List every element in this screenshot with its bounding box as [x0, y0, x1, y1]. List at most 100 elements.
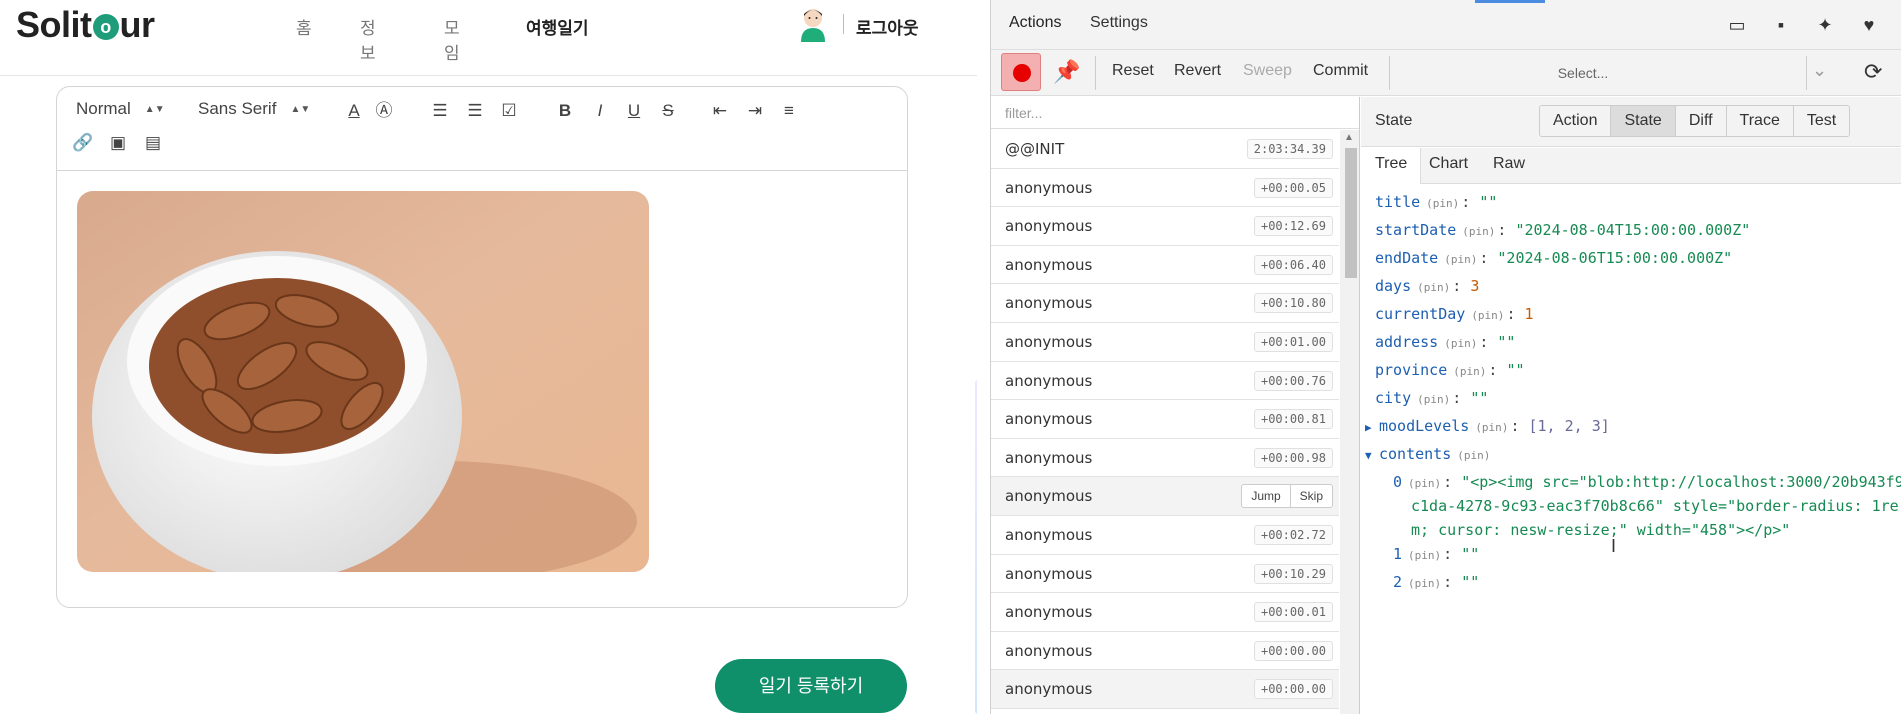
jump-button[interactable]: Jump — [1242, 485, 1289, 507]
nav-meetup[interactable]: 모임 — [444, 14, 460, 64]
devtools-tabbar: Actions Settings ▭ ▪ ✦ ♥ — [991, 0, 1901, 50]
tree-row-contents-1[interactable]: 1 (pin): "" — [1393, 545, 1479, 569]
tree-row-contents-0[interactable]: 0 (pin): "<p><img src="blob:http://localh… — [1393, 473, 1901, 497]
bullet-list-icon[interactable]: ☰ — [464, 100, 486, 122]
nav-travel-diary[interactable]: 여행일기 — [526, 14, 589, 39]
underline-icon[interactable]: U — [623, 100, 645, 122]
nav-divider — [843, 14, 844, 34]
tab-raw[interactable]: Raw — [1493, 155, 1525, 173]
format-select[interactable]: Normal ▲▼ — [76, 99, 165, 119]
commit-button[interactable]: Commit — [1313, 62, 1368, 80]
tree-row-contents[interactable]: ▼ contents (pin) — [1365, 445, 1492, 469]
action-row[interactable]: anonymous +00:10.29 — [991, 555, 1339, 594]
sync-icon[interactable]: ⟳ — [1864, 59, 1882, 85]
tree-row-currentday[interactable]: currentDay (pin): 1 — [1375, 305, 1534, 329]
tab-chart[interactable]: Chart — [1429, 155, 1468, 173]
text-color-icon[interactable]: A — [343, 100, 365, 122]
action-row[interactable]: anonymous +00:02.72 — [991, 516, 1339, 555]
ordered-list-icon[interactable]: ☰ — [429, 100, 451, 122]
background-color-icon[interactable]: Ⓐ — [373, 100, 395, 122]
record-icon — [1013, 64, 1031, 82]
sweep-button[interactable]: Sweep — [1243, 62, 1292, 80]
pin-icon[interactable]: 📌 — [1047, 53, 1087, 91]
outdent-icon[interactable]: ⇤ — [709, 100, 731, 122]
tree-row-city[interactable]: city (pin): "" — [1375, 389, 1488, 413]
tree-row-enddate[interactable]: endDate (pin): "2024-08-06T15:00:00.000Z" — [1375, 249, 1732, 273]
action-row[interactable]: anonymous +00:01.00 — [991, 323, 1339, 362]
action-row-hovered[interactable]: anonymous Jump Skip — [991, 477, 1339, 516]
action-row[interactable]: anonymous +00:06.40 — [991, 246, 1339, 285]
filter-input[interactable]: filter... — [991, 97, 1359, 129]
action-row[interactable]: anonymous +00:00.81 — [991, 400, 1339, 439]
action-row[interactable]: anonymous +00:00.76 — [991, 362, 1339, 401]
check-list-icon[interactable]: ☑ — [498, 100, 520, 122]
bold-icon[interactable]: B — [554, 100, 576, 122]
tab-tree[interactable]: Tree — [1375, 155, 1407, 173]
tree-row-contents-2[interactable]: 2 (pin): "" — [1393, 573, 1479, 597]
scroll-up-icon[interactable]: ▲ — [1344, 132, 1354, 143]
action-row[interactable]: anonymous +00:00.01 — [991, 593, 1339, 632]
tab-action[interactable]: Action — [1540, 106, 1612, 136]
book-icon[interactable]: ▭ — [1726, 14, 1748, 36]
jump-skip-group: Jump Skip — [1241, 484, 1333, 509]
actions-scrollbar[interactable]: ▲ — [1340, 130, 1359, 714]
twitter-icon[interactable]: ✦ — [1814, 14, 1836, 36]
action-row-selected[interactable]: anonymous +00:00.00 — [991, 670, 1339, 709]
image-icon[interactable]: ▣ — [107, 132, 129, 154]
nav-home[interactable]: 홈 — [296, 14, 312, 39]
tree-row-moodlevels[interactable]: ▶ moodLevels (pin): [1, 2, 3] — [1365, 417, 1610, 441]
contents-0-line-3: m; cursor: nesw-resize;" width="458"></p… — [1411, 521, 1791, 539]
editor-toolbar: Normal ▲▼ Sans Serif ▲▼ A Ⓐ ☰ ☰ ☑ B I U S … — [57, 87, 907, 171]
submit-diary-button[interactable]: 일기 등록하기 — [715, 659, 907, 713]
font-select[interactable]: Sans Serif ▲▼ — [198, 99, 310, 119]
action-row[interactable]: anonymous +00:12.69 — [991, 207, 1339, 246]
italic-icon[interactable]: I — [589, 100, 611, 122]
tab-diff[interactable]: Diff — [1675, 106, 1727, 136]
rich-text-editor: Normal ▲▼ Sans Serif ▲▼ A Ⓐ ☰ ☰ ☑ B I U S … — [56, 86, 908, 608]
logout-link[interactable]: 로그아웃 — [856, 14, 919, 39]
revert-button[interactable]: Revert — [1174, 62, 1221, 80]
tree-row-title[interactable]: title (pin): "" — [1375, 193, 1497, 217]
travel-diary-app: Solit o ur 홈 정보 모임 여행일기 로그아웃 Normal ▲▼ Sans — [0, 0, 977, 714]
collapse-arrow-icon[interactable]: ▼ — [1365, 449, 1379, 462]
inspector-mode-tabs: Action State Diff Trace Test — [1539, 105, 1851, 137]
side-accent — [975, 380, 977, 714]
action-row[interactable]: anonymous +00:10.80 — [991, 284, 1339, 323]
tab-trace[interactable]: Trace — [1726, 106, 1794, 136]
skip-button[interactable]: Skip — [1289, 485, 1332, 508]
devtools-controls: 📌 Reset Revert Sweep Commit Select... ⌄ … — [991, 50, 1901, 96]
action-row[interactable]: anonymous +00:00.05 — [991, 169, 1339, 208]
tree-row-startdate[interactable]: startDate (pin): "2024-08-04T15:00:00.000… — [1375, 221, 1750, 245]
action-row[interactable]: anonymous +00:00.00 — [991, 632, 1339, 671]
inspector-header: State Action State Diff Trace Test — [1361, 97, 1901, 147]
redux-devtools: Actions Settings ▭ ▪ ✦ ♥ 📌 Reset Revert … — [990, 0, 1901, 714]
video-icon[interactable]: ▤ — [142, 132, 164, 154]
action-row[interactable]: @@INIT 2:03:34.39 — [991, 130, 1339, 169]
tree-row-address[interactable]: address (pin): "" — [1375, 333, 1515, 357]
chat-icon[interactable]: ▪ — [1770, 14, 1792, 36]
strikethrough-icon[interactable]: S — [657, 100, 679, 122]
logo[interactable]: Solit o ur — [16, 4, 155, 46]
expand-arrow-icon[interactable]: ▶ — [1365, 421, 1379, 434]
heart-icon[interactable]: ♥ — [1858, 14, 1880, 36]
instance-select[interactable]: Select... — [1383, 56, 1783, 90]
tree-row-days[interactable]: days (pin): 3 — [1375, 277, 1479, 301]
tree-row-province[interactable]: province (pin): "" — [1375, 361, 1525, 385]
indent-icon[interactable]: ⇥ — [744, 100, 766, 122]
contents-0-line-2: c1da-4278-9c93-eac3f70b8c66" style="bord… — [1411, 497, 1899, 515]
tab-settings[interactable]: Settings — [1090, 14, 1148, 32]
screen: Solit o ur 홈 정보 모임 여행일기 로그아웃 Normal ▲▼ Sans — [0, 0, 1901, 714]
action-row[interactable]: anonymous +00:00.98 — [991, 439, 1339, 478]
link-icon[interactable]: 🔗 — [72, 132, 94, 154]
tab-actions[interactable]: Actions — [1009, 14, 1061, 32]
chevron-down-icon[interactable]: ⌄ — [1812, 60, 1827, 81]
inserted-image[interactable] — [77, 191, 649, 572]
scroll-thumb[interactable] — [1345, 148, 1357, 278]
reset-button[interactable]: Reset — [1112, 62, 1154, 80]
tab-test[interactable]: Test — [1793, 106, 1850, 136]
nav-info[interactable]: 정보 — [360, 14, 376, 64]
record-button[interactable] — [1001, 53, 1041, 91]
align-icon[interactable]: ≡ — [778, 100, 800, 122]
tab-state[interactable]: State — [1611, 106, 1676, 136]
avatar[interactable] — [798, 6, 828, 42]
